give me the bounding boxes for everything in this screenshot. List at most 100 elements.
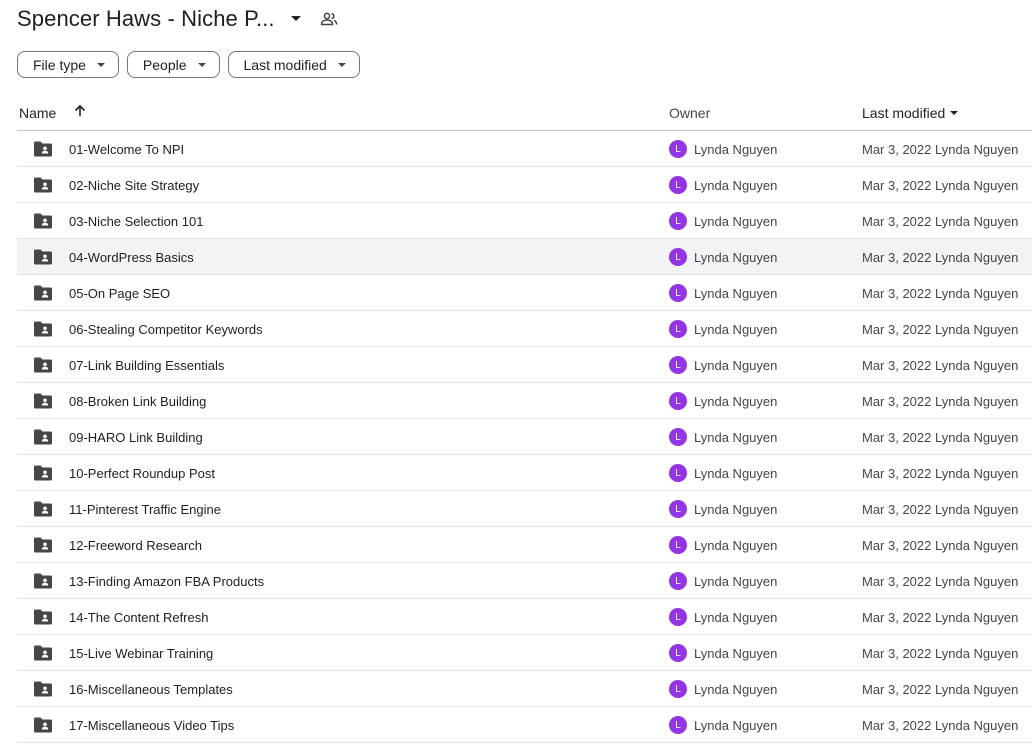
file-name: 12-Freeword Research: [69, 538, 202, 553]
avatar: L: [669, 320, 687, 338]
file-name: 02-Niche Site Strategy: [69, 178, 200, 193]
file-name: 08-Broken Link Building: [69, 394, 207, 409]
table-row[interactable]: 13-Finding Amazon FBA Products L Lynda N…: [17, 563, 1032, 599]
avatar: L: [669, 248, 687, 266]
shared-folder-icon: [33, 680, 53, 698]
table-row[interactable]: 04-WordPress Basics L Lynda Nguyen Mar 3…: [17, 239, 1032, 275]
title-bar: Spencer Haws - Niche P...: [17, 3, 339, 35]
last-modified-value: Mar 3, 2022 Lynda Nguyen: [862, 322, 1019, 337]
owner-name: Lynda Nguyen: [694, 214, 778, 229]
table-row[interactable]: 11-Pinterest Traffic Engine L Lynda Nguy…: [17, 491, 1032, 527]
file-type-filter[interactable]: File type: [17, 51, 119, 78]
table-row[interactable]: 10-Perfect Roundup Post L Lynda Nguyen M…: [17, 455, 1032, 491]
file-name: 01-Welcome To NPI: [69, 142, 185, 157]
table-row[interactable]: 01-Welcome To NPI L Lynda Nguyen Mar 3, …: [17, 131, 1032, 167]
table-row[interactable]: 02-Niche Site Strategy L Lynda Nguyen Ma…: [17, 167, 1032, 203]
file-name: 06-Stealing Competitor Keywords: [69, 322, 263, 337]
file-name: 17-Miscellaneous Video Tips: [69, 718, 235, 733]
avatar: L: [669, 536, 687, 554]
table-row[interactable]: 05-On Page SEO L Lynda Nguyen Mar 3, 202…: [17, 275, 1032, 311]
last-modified-value: Mar 3, 2022 Lynda Nguyen: [862, 538, 1019, 553]
owner-name: Lynda Nguyen: [694, 502, 778, 517]
column-header-last-modified-label: Last modified: [862, 105, 946, 121]
avatar: L: [669, 212, 687, 230]
file-name: 15-Live Webinar Training: [69, 646, 214, 661]
table-row[interactable]: 12-Freeword Research L Lynda Nguyen Mar …: [17, 527, 1032, 563]
file-name: 09-HARO Link Building: [69, 430, 203, 445]
last-modified-value: Mar 3, 2022 Lynda Nguyen: [862, 358, 1019, 373]
file-name: 07-Link Building Essentials: [69, 358, 225, 373]
shared-folder-icon: [33, 428, 53, 446]
table-row[interactable]: 14-The Content Refresh L Lynda Nguyen Ma…: [17, 599, 1032, 635]
shared-folder-icon: [33, 320, 53, 338]
shared-folder-icon: [33, 248, 53, 266]
arrow-upward-icon[interactable]: [73, 104, 87, 121]
avatar: L: [669, 680, 687, 698]
avatar: L: [669, 284, 687, 302]
shared-folder-icon: [33, 536, 53, 554]
last-modified-value: Mar 3, 2022 Lynda Nguyen: [862, 502, 1019, 517]
column-header-name[interactable]: Name: [19, 105, 56, 121]
last-modified-value: Mar 3, 2022 Lynda Nguyen: [862, 466, 1019, 481]
last-modified-value: Mar 3, 2022 Lynda Nguyen: [862, 178, 1019, 193]
last-modified-value: Mar 3, 2022 Lynda Nguyen: [862, 250, 1019, 265]
last-modified-filter-label: Last modified: [243, 56, 327, 73]
last-modified-value: Mar 3, 2022 Lynda Nguyen: [862, 718, 1019, 733]
owner-name: Lynda Nguyen: [694, 322, 778, 337]
owner-name: Lynda Nguyen: [694, 574, 778, 589]
file-list: Name Owner Last modified 01-Welcome To N…: [17, 95, 1032, 743]
people-filter[interactable]: People: [126, 51, 220, 78]
avatar: L: [669, 140, 687, 158]
avatar: L: [669, 464, 687, 482]
owner-name: Lynda Nguyen: [694, 682, 778, 697]
table-row[interactable]: 15-Live Webinar Training L Lynda Nguyen …: [17, 635, 1032, 671]
table-row[interactable]: 07-Link Building Essentials L Lynda Nguy…: [17, 347, 1032, 383]
last-modified-value: Mar 3, 2022 Lynda Nguyen: [862, 214, 1019, 229]
last-modified-value: Mar 3, 2022 Lynda Nguyen: [862, 142, 1019, 157]
shared-folder-icon: [33, 212, 53, 230]
arrow-drop-down-icon: [337, 62, 347, 68]
file-name: 05-On Page SEO: [69, 286, 171, 301]
avatar: L: [669, 644, 687, 662]
table-row[interactable]: 09-HARO Link Building L Lynda Nguyen Mar…: [17, 419, 1032, 455]
owner-name: Lynda Nguyen: [694, 646, 778, 661]
file-name: 11-Pinterest Traffic Engine: [69, 502, 221, 517]
filter-chips: File type People Last modified: [17, 51, 360, 78]
shared-folder-icon: [33, 356, 53, 374]
file-name: 10-Perfect Roundup Post: [69, 466, 215, 481]
arrow-drop-down-icon[interactable]: [287, 10, 305, 28]
avatar: L: [669, 572, 687, 590]
last-modified-value: Mar 3, 2022 Lynda Nguyen: [862, 610, 1019, 625]
last-modified-value: Mar 3, 2022 Lynda Nguyen: [862, 394, 1019, 409]
table-row[interactable]: 17-Miscellaneous Video Tips L Lynda Nguy…: [17, 707, 1032, 743]
shared-folder-icon: [33, 284, 53, 302]
table-row[interactable]: 16-Miscellaneous Templates L Lynda Nguye…: [17, 671, 1032, 707]
arrow-drop-down-icon: [197, 62, 207, 68]
table-row[interactable]: 03-Niche Selection 101 L Lynda Nguyen Ma…: [17, 203, 1032, 239]
last-modified-value: Mar 3, 2022 Lynda Nguyen: [862, 682, 1019, 697]
file-name: 16-Miscellaneous Templates: [69, 682, 233, 697]
table-row[interactable]: 06-Stealing Competitor Keywords L Lynda …: [17, 311, 1032, 347]
arrow-drop-down-icon: [949, 110, 959, 116]
shared-folder-icon: [33, 608, 53, 626]
shared-folder-icon: [33, 644, 53, 662]
owner-name: Lynda Nguyen: [694, 142, 778, 157]
people-icon[interactable]: [319, 9, 339, 29]
table-row[interactable]: 08-Broken Link Building L Lynda Nguyen M…: [17, 383, 1032, 419]
arrow-drop-down-icon: [96, 62, 106, 68]
column-header-last-modified[interactable]: Last modified: [862, 105, 959, 121]
owner-name: Lynda Nguyen: [694, 430, 778, 445]
avatar: L: [669, 356, 687, 374]
last-modified-value: Mar 3, 2022 Lynda Nguyen: [862, 430, 1019, 445]
people-filter-label: People: [142, 56, 187, 73]
shared-folder-icon: [33, 716, 53, 734]
last-modified-value: Mar 3, 2022 Lynda Nguyen: [862, 286, 1019, 301]
shared-folder-icon: [33, 176, 53, 194]
last-modified-filter[interactable]: Last modified: [227, 51, 360, 78]
shared-folder-icon: [33, 140, 53, 158]
avatar: L: [669, 500, 687, 518]
owner-name: Lynda Nguyen: [694, 394, 778, 409]
column-header-owner: Owner: [669, 105, 711, 121]
last-modified-value: Mar 3, 2022 Lynda Nguyen: [862, 646, 1019, 661]
folder-title[interactable]: Spencer Haws - Niche P...: [17, 6, 275, 32]
